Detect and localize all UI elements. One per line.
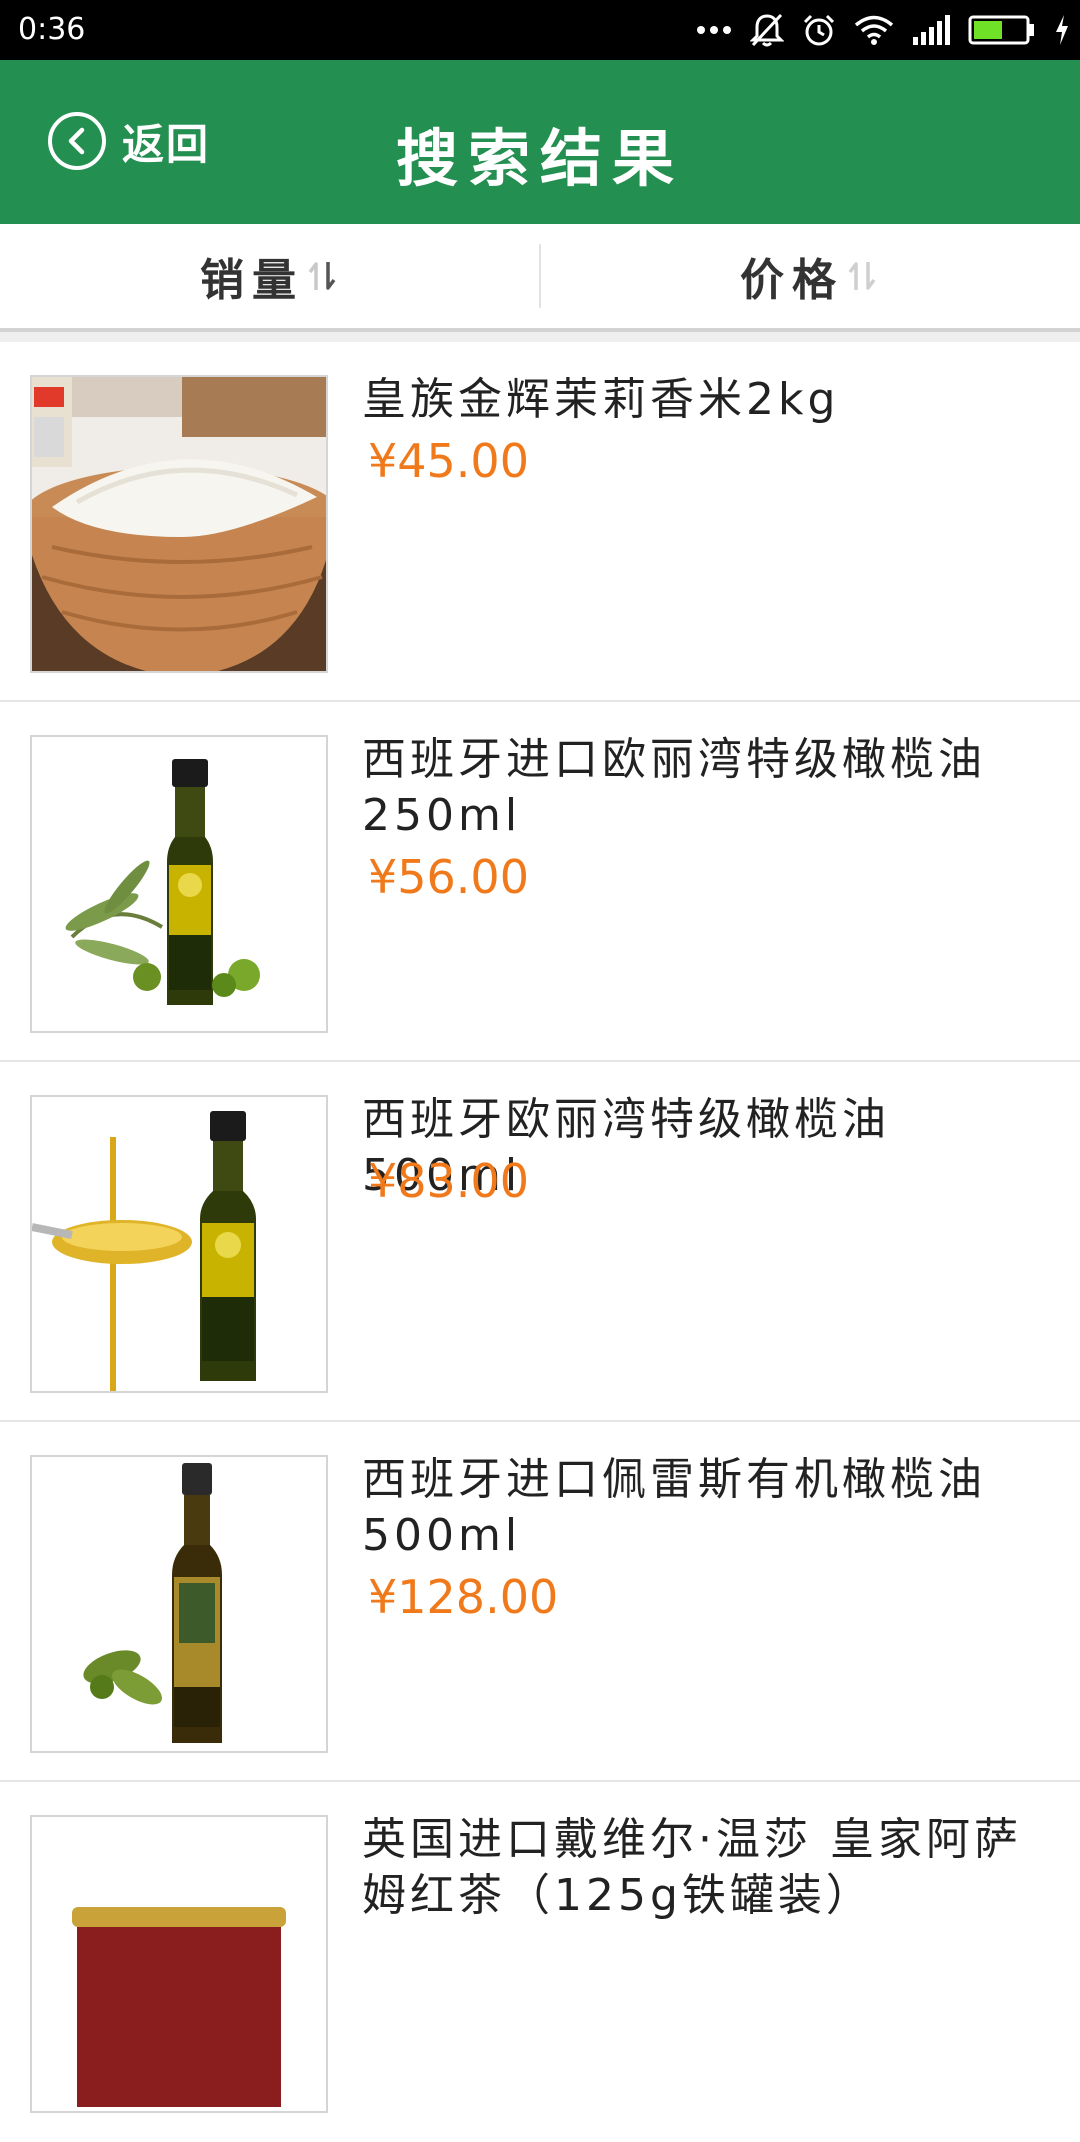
signal-icon <box>913 15 950 45</box>
product-price: ¥56.00 <box>368 850 529 904</box>
product-thumbnail <box>30 735 328 1033</box>
sort-sales-label: 销量 <box>200 255 304 306</box>
product-price: ¥128.00 <box>368 1570 559 1624</box>
sort-bar: 销量 价格 <box>0 224 1080 332</box>
status-icons <box>696 10 1070 50</box>
product-thumbnail <box>30 1095 328 1393</box>
alarm-icon <box>803 14 835 46</box>
more-dots-icon <box>697 26 731 34</box>
battery-icon <box>968 15 1034 45</box>
product-thumbnail <box>30 375 328 673</box>
sort-by-sales-button[interactable]: 销量 <box>0 224 540 328</box>
charging-icon <box>1056 15 1068 45</box>
sort-arrows-icon <box>306 256 340 296</box>
sort-by-price-button[interactable]: 价格 <box>540 224 1080 328</box>
sort-arrows-icon <box>846 256 880 296</box>
wifi-icon <box>854 15 894 45</box>
list-item[interactable]: 西班牙欧丽湾特级橄榄油500ml ¥83.00 <box>0 1062 1080 1422</box>
sort-divider <box>539 244 541 308</box>
product-thumbnail <box>30 1815 328 2113</box>
product-price: ¥83.00 <box>368 1154 529 1208</box>
product-list: 皇族金辉茉莉香米2kg ¥45.00 西班牙进口欧丽湾特级橄榄油250ml ¥5… <box>0 342 1080 2142</box>
sort-price-label: 价格 <box>740 255 844 306</box>
separator-band <box>0 332 1080 342</box>
product-name: 皇族金辉茉莉香米2kg <box>362 374 840 425</box>
product-thumbnail <box>30 1455 328 1753</box>
page-title: 搜索结果 <box>395 122 684 195</box>
product-name: 西班牙进口欧丽湾特级橄榄油250ml <box>362 734 986 841</box>
list-item[interactable]: 西班牙进口欧丽湾特级橄榄油250ml ¥56.00 <box>0 702 1080 1062</box>
status-time: 0:36 <box>18 12 86 47</box>
app-header: 返回 搜索结果 <box>0 60 1080 224</box>
product-price: ¥45.00 <box>368 434 529 488</box>
list-item[interactable]: 西班牙进口佩雷斯有机橄榄油500ml ¥128.00 <box>0 1422 1080 1782</box>
list-item[interactable]: 英国进口戴维尔·温莎 皇家阿萨姆红茶（125g铁罐装） <box>0 1782 1080 2142</box>
status-bar: 0:36 <box>0 0 1080 60</box>
list-item[interactable]: 皇族金辉茉莉香米2kg ¥45.00 <box>0 342 1080 702</box>
product-name: 西班牙进口佩雷斯有机橄榄油500ml <box>362 1454 986 1561</box>
mute-bell-icon <box>750 13 784 47</box>
product-name: 英国进口戴维尔·温莎 皇家阿萨姆红茶（125g铁罐装） <box>362 1814 1022 1921</box>
